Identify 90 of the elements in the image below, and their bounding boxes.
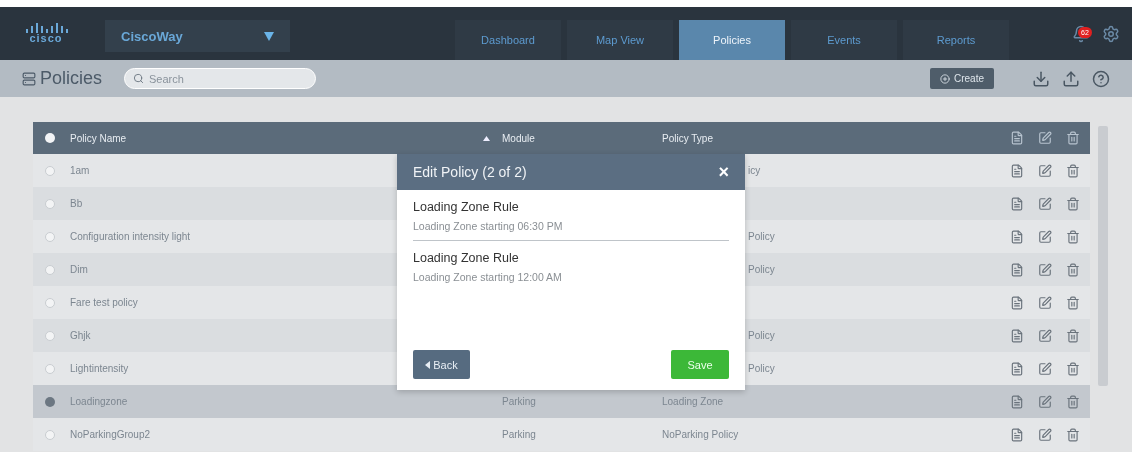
save-button[interactable]: Save <box>671 350 729 379</box>
settings-icon[interactable] <box>1102 24 1120 43</box>
trash-icon[interactable] <box>1066 295 1080 310</box>
row-radio[interactable] <box>45 231 55 242</box>
trash-icon[interactable] <box>1066 262 1080 277</box>
table-cell: Loadingzone <box>70 396 128 407</box>
upload-icon[interactable] <box>1062 69 1080 88</box>
table-cell: Configuration intensity light <box>70 231 191 242</box>
trash-icon[interactable] <box>1066 229 1080 244</box>
table-cell: Policy <box>748 363 775 374</box>
table-cell: Loading Zone <box>662 396 724 407</box>
document-icon[interactable] <box>1010 427 1024 442</box>
nav-tab[interactable]: Map View <box>567 20 673 60</box>
back-triangle-icon <box>425 360 431 369</box>
document-icon[interactable] <box>1010 163 1024 178</box>
rule-title: Loading Zone Rule <box>413 200 520 214</box>
table-cell: NoParking Policy <box>662 429 739 440</box>
document-icon[interactable] <box>1010 196 1024 211</box>
server-icon <box>22 71 36 86</box>
rule-title: Loading Zone Rule <box>413 251 520 265</box>
document-icon[interactable] <box>1010 361 1024 376</box>
row-radio[interactable] <box>45 198 55 209</box>
search-field[interactable]: Search <box>124 68 317 89</box>
table-cell: Policy <box>748 264 775 275</box>
edit-icon[interactable] <box>1038 295 1052 310</box>
document-icon[interactable] <box>1010 328 1024 343</box>
document-icon[interactable] <box>1010 262 1024 277</box>
select-all-radio[interactable] <box>45 133 55 143</box>
table-cell: Policy <box>748 231 775 242</box>
document-icon[interactable] <box>1010 394 1024 409</box>
edit-icon[interactable] <box>1038 262 1052 277</box>
table-cell: Dim <box>70 264 88 275</box>
edit-icon[interactable] <box>1038 131 1052 145</box>
trash-icon[interactable] <box>1066 394 1080 409</box>
search-icon <box>133 73 145 84</box>
table-cell: 1am <box>70 165 90 176</box>
edit-icon[interactable] <box>1038 394 1052 409</box>
rule-detail: Loading Zone starting 12:00 AM <box>413 271 563 283</box>
table-cell: Parking <box>502 396 536 407</box>
logo-text: cisco <box>29 33 63 44</box>
edit-icon[interactable] <box>1038 163 1052 178</box>
nav-tab[interactable]: Dashboard <box>455 20 561 60</box>
sort-caret-icon[interactable] <box>483 135 490 141</box>
table-cell: Ghjk <box>70 330 91 341</box>
nav-tab[interactable]: Reports <box>903 20 1009 60</box>
row-radio[interactable] <box>45 330 55 341</box>
dropdown-triangle-icon <box>264 31 274 41</box>
edit-icon[interactable] <box>1038 427 1052 442</box>
trash-icon[interactable] <box>1066 361 1080 376</box>
row-radio[interactable] <box>45 363 55 374</box>
edit-icon[interactable] <box>1038 328 1052 343</box>
edit-icon[interactable] <box>1038 196 1052 211</box>
column-header[interactable]: Module <box>502 132 662 144</box>
page-title: Policies <box>40 68 103 89</box>
document-icon[interactable] <box>1010 229 1024 244</box>
row-radio[interactable] <box>45 429 55 440</box>
nav-tab[interactable]: Policies <box>679 20 785 60</box>
table-cell: Parking <box>502 429 536 440</box>
close-button[interactable]: × <box>718 161 729 183</box>
help-icon[interactable] <box>1092 69 1110 88</box>
trash-icon[interactable] <box>1066 427 1080 442</box>
column-header[interactable]: Policy Type <box>662 132 992 144</box>
app-selector[interactable]: CiscoWay <box>105 20 290 52</box>
table-cell: Policy <box>748 330 775 341</box>
row-radio[interactable] <box>45 165 55 176</box>
edit-icon[interactable] <box>1038 229 1052 244</box>
table-cell: icy <box>748 165 761 176</box>
row-radio[interactable] <box>45 264 55 275</box>
rule-detail: Loading Zone starting 06:30 PM <box>413 220 564 232</box>
document-icon[interactable] <box>1010 295 1024 310</box>
table-cell: Fare test policy <box>70 297 138 308</box>
trash-icon[interactable] <box>1066 328 1080 343</box>
download-icon[interactable] <box>1032 69 1050 88</box>
edit-icon[interactable] <box>1038 361 1052 376</box>
document-icon[interactable] <box>1010 131 1024 145</box>
table-cell: Lightintensity <box>70 363 129 374</box>
table-cell: Bb <box>70 198 83 209</box>
column-header[interactable]: Policy Name <box>70 132 127 144</box>
dialog-title: Edit Policy (2 of 2) <box>413 164 527 180</box>
trash-icon[interactable] <box>1066 163 1080 178</box>
trash-icon[interactable] <box>1066 131 1080 145</box>
row-radio[interactable] <box>45 396 55 407</box>
trash-icon[interactable] <box>1066 196 1080 211</box>
row-radio[interactable] <box>45 297 55 308</box>
logo-bars-icon <box>24 23 68 33</box>
table-cell: NoParkingGroup2 <box>70 429 151 440</box>
nav-tab[interactable]: Events <box>791 20 897 60</box>
scrollbar[interactable] <box>1098 126 1108 386</box>
back-button[interactable]: Back <box>413 350 470 379</box>
create-button[interactable]: Create <box>930 68 994 89</box>
